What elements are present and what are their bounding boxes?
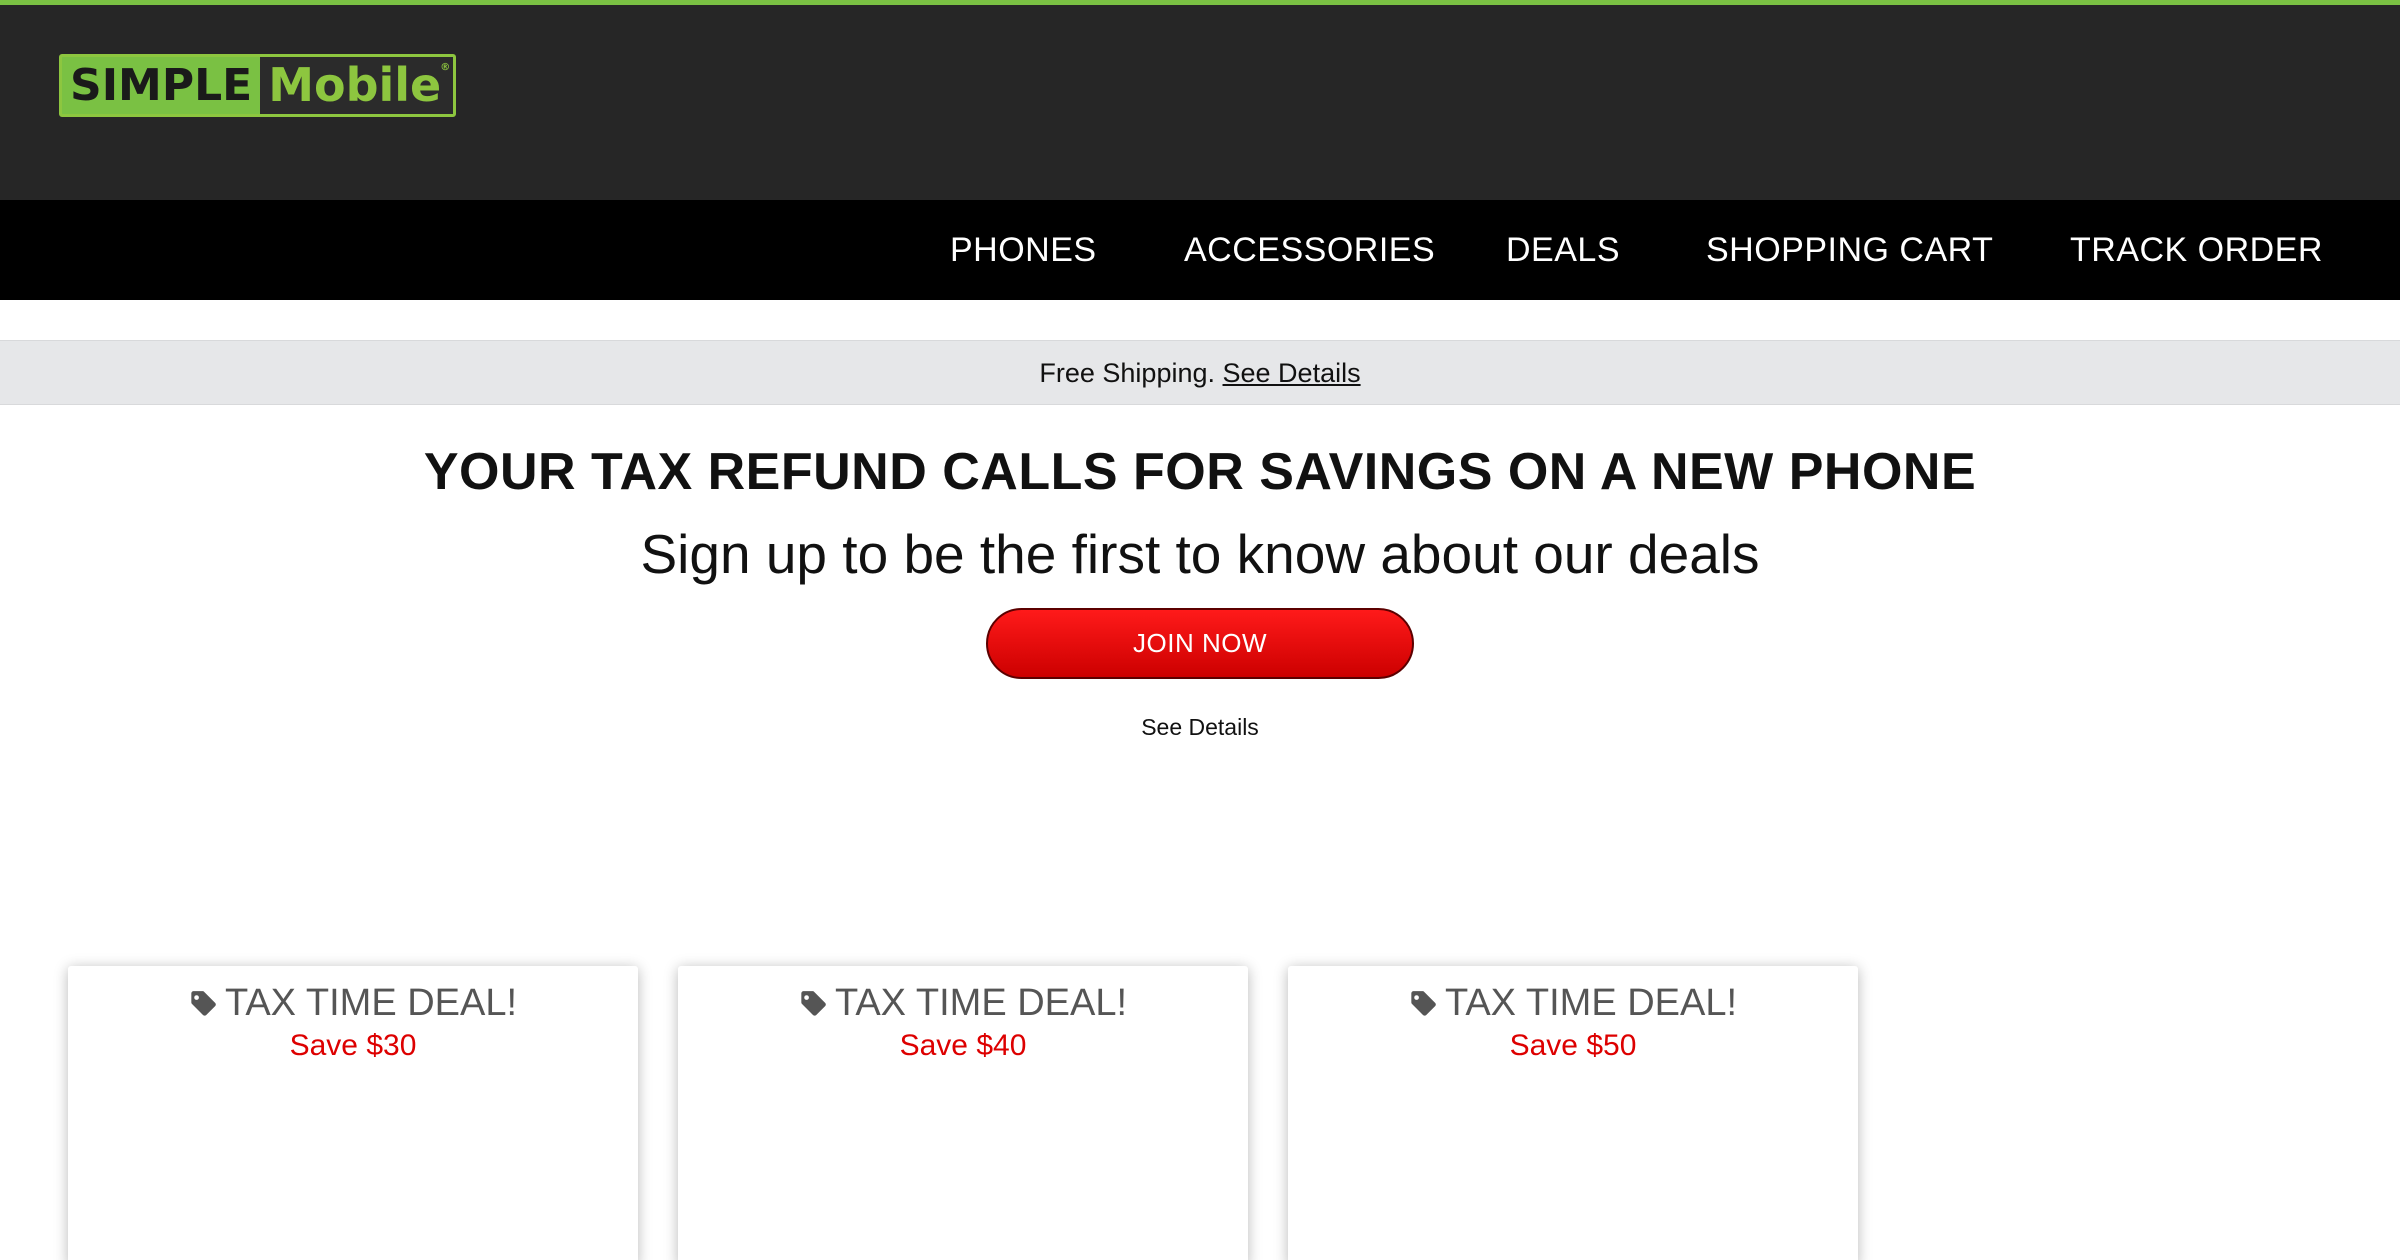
main-nav: PHONES ACCESSORIES DEALS SHOPPING CART T… xyxy=(0,200,2400,300)
free-shipping-text: Free Shipping. xyxy=(1039,358,1215,388)
simple-mobile-logo[interactable]: SIMPLE Mobile ® xyxy=(59,54,457,117)
tag-icon xyxy=(1411,991,1436,1016)
nav-item-phones[interactable]: PHONES xyxy=(950,200,1097,300)
join-now-button[interactable]: JOIN NOW xyxy=(986,608,1414,679)
deal-save-amount: Save $50 xyxy=(1509,1029,1637,1062)
nav-item-deals[interactable]: DEALS xyxy=(1506,200,1620,300)
registered-mark: ® xyxy=(440,62,451,73)
hero-see-details-link[interactable]: See Details xyxy=(1141,714,1259,740)
deal-title-text: TAX TIME DEAL! xyxy=(1444,982,1738,1024)
hero-details-row: See Details xyxy=(0,712,2400,742)
deal-card-title: TAX TIME DEAL! xyxy=(1288,980,1858,1026)
deal-title-text: TAX TIME DEAL! xyxy=(224,982,518,1024)
deal-save-amount: Save $30 xyxy=(289,1029,417,1062)
hero-subheadline: Sign up to be the first to know about ou… xyxy=(640,523,1760,585)
logo-simple-text: SIMPLE xyxy=(62,57,261,114)
nav-item-track-order[interactable]: TRACK ORDER xyxy=(2070,200,2323,300)
hero-headline: YOUR TAX REFUND CALLS FOR SAVINGS ON A N… xyxy=(423,443,1977,501)
deal-save-amount: Save $40 xyxy=(899,1029,1027,1062)
logo-mobile-text: Mobile ® xyxy=(260,57,454,114)
free-shipping-banner: Free Shipping. See Details xyxy=(0,340,2400,405)
logo-mobile-word: Mobile xyxy=(268,58,442,112)
nav-item-accessories[interactable]: ACCESSORIES xyxy=(1184,200,1435,300)
see-details-link[interactable]: See Details xyxy=(1223,358,1361,388)
tag-icon xyxy=(191,991,216,1016)
tag-icon xyxy=(801,991,826,1016)
site-header: SIMPLE Mobile ® xyxy=(0,5,2400,200)
deal-card[interactable]: TAX TIME DEAL! Save $30 xyxy=(68,966,638,1260)
deal-card-title: TAX TIME DEAL! xyxy=(678,980,1248,1026)
deal-title-text: TAX TIME DEAL! xyxy=(834,982,1128,1024)
deal-card[interactable]: TAX TIME DEAL! Save $50 xyxy=(1288,966,1858,1260)
nav-item-shopping-cart[interactable]: SHOPPING CART xyxy=(1706,200,1993,300)
deal-card[interactable]: TAX TIME DEAL! Save $40 xyxy=(678,966,1248,1260)
deal-card-title: TAX TIME DEAL! xyxy=(68,980,638,1026)
